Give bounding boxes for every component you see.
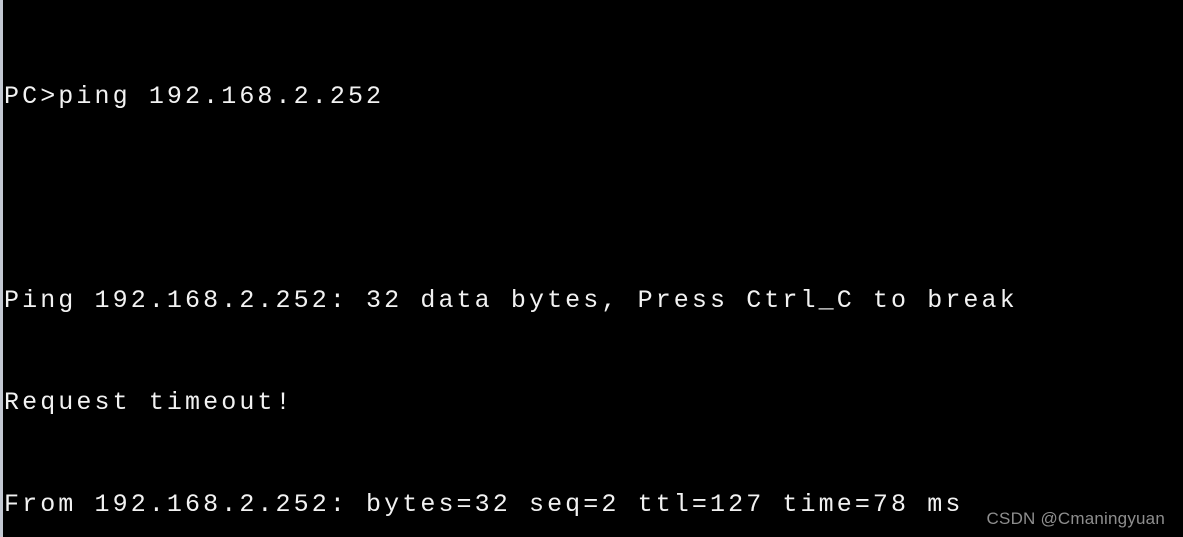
terminal-line-ping-header: Ping 192.168.2.252: 32 data bytes, Press…: [4, 286, 1018, 315]
terminal-output[interactable]: PC>ping 192.168.2.252 Ping 192.168.2.252…: [4, 12, 1179, 537]
terminal-line-command: PC>ping 192.168.2.252: [4, 82, 385, 111]
window-left-border: [0, 0, 3, 537]
watermark-label: CSDN @Cmaningyuan: [986, 509, 1165, 528]
terminal-window[interactable]: PC>ping 192.168.2.252 Ping 192.168.2.252…: [0, 0, 1183, 537]
terminal-line-request-timeout: Request timeout!: [4, 388, 294, 417]
